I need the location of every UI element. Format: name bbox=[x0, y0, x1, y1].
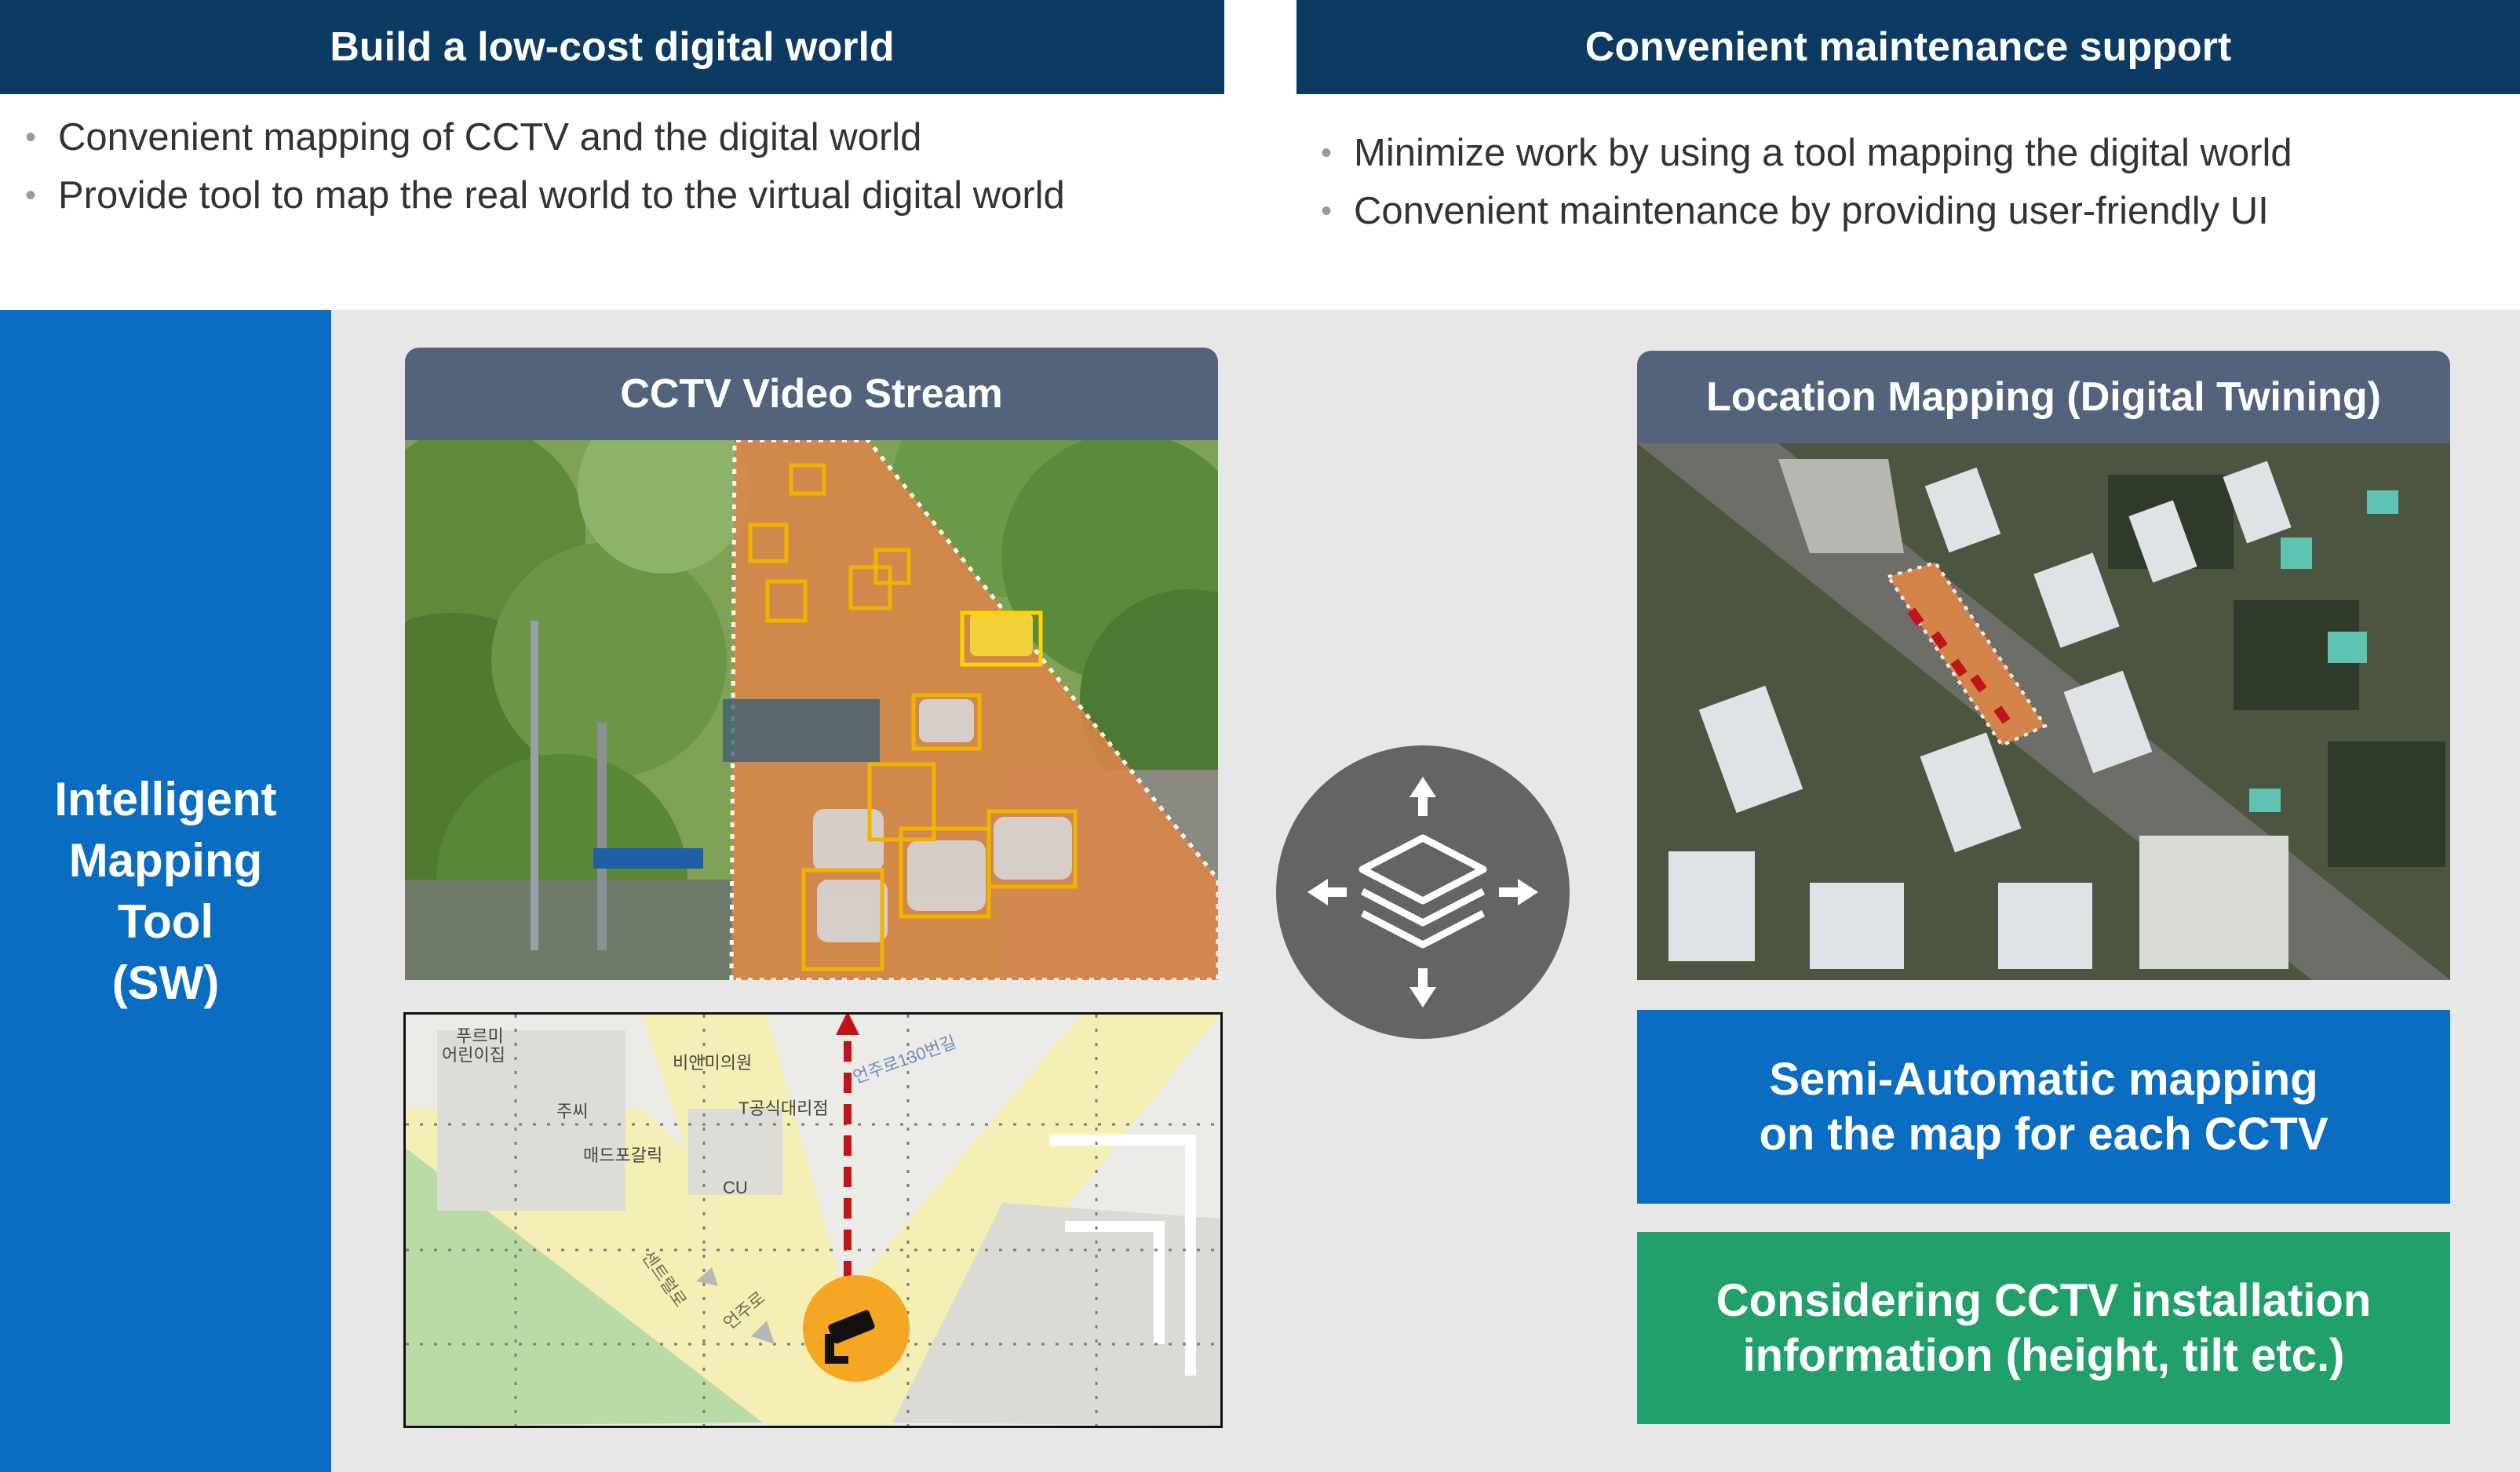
bullet-item: • Convenient maintenance by providing use… bbox=[1321, 190, 2269, 232]
street-map-image bbox=[406, 1015, 1220, 1426]
cctv-location-map: 푸르미 어린이집 비앤미의원 주씨 T공식대리점 매드포갈릭 CU 센트럴로 언… bbox=[403, 1012, 1223, 1428]
satellite-image bbox=[1637, 443, 2450, 980]
cctv-video-frame bbox=[405, 440, 1218, 980]
header-maintenance-support: Convenient maintenance support bbox=[1296, 0, 2520, 94]
map-label: 어린이집 bbox=[442, 1045, 505, 1065]
cctv-panel-title: CCTV Video Stream bbox=[405, 348, 1218, 440]
bullets-maintenance: • Minimize work by using a tool mapping t… bbox=[1313, 124, 2506, 240]
feature-installation-info: Considering CCTV installation informatio… bbox=[1637, 1232, 2450, 1424]
bullet-item: • Convenient mapping of CCTV and the digi… bbox=[25, 116, 922, 158]
satellite-map-frame bbox=[1637, 443, 2450, 980]
header-low-cost-digital-world: Build a low-cost digital world bbox=[0, 0, 1224, 94]
map-label: 매드포갈릭 bbox=[583, 1146, 663, 1165]
bullet-item: • Provide tool to map the real world to t… bbox=[25, 174, 1065, 217]
bullet-item: • Minimize work by using a tool mapping t… bbox=[1321, 132, 2292, 174]
digital-twin-connector bbox=[1276, 745, 1570, 1039]
bullets-low-cost: • Convenient mapping of CCTV and the digi… bbox=[17, 108, 1218, 224]
location-panel-title: Location Mapping (Digital Twining) bbox=[1637, 351, 2450, 443]
map-label: 비앤미의원 bbox=[673, 1053, 753, 1073]
side-label-mapping-tool: Intelligent Mapping Tool (SW) bbox=[0, 310, 331, 1472]
feature-semi-automatic-mapping: Semi-Automatic mapping on the map for ea… bbox=[1637, 1010, 2450, 1204]
map-label: 주씨 bbox=[556, 1102, 589, 1121]
cctv-video-image bbox=[405, 440, 1218, 980]
map-label: T공식대리점 bbox=[738, 1099, 829, 1118]
map-label: CU bbox=[723, 1178, 748, 1197]
